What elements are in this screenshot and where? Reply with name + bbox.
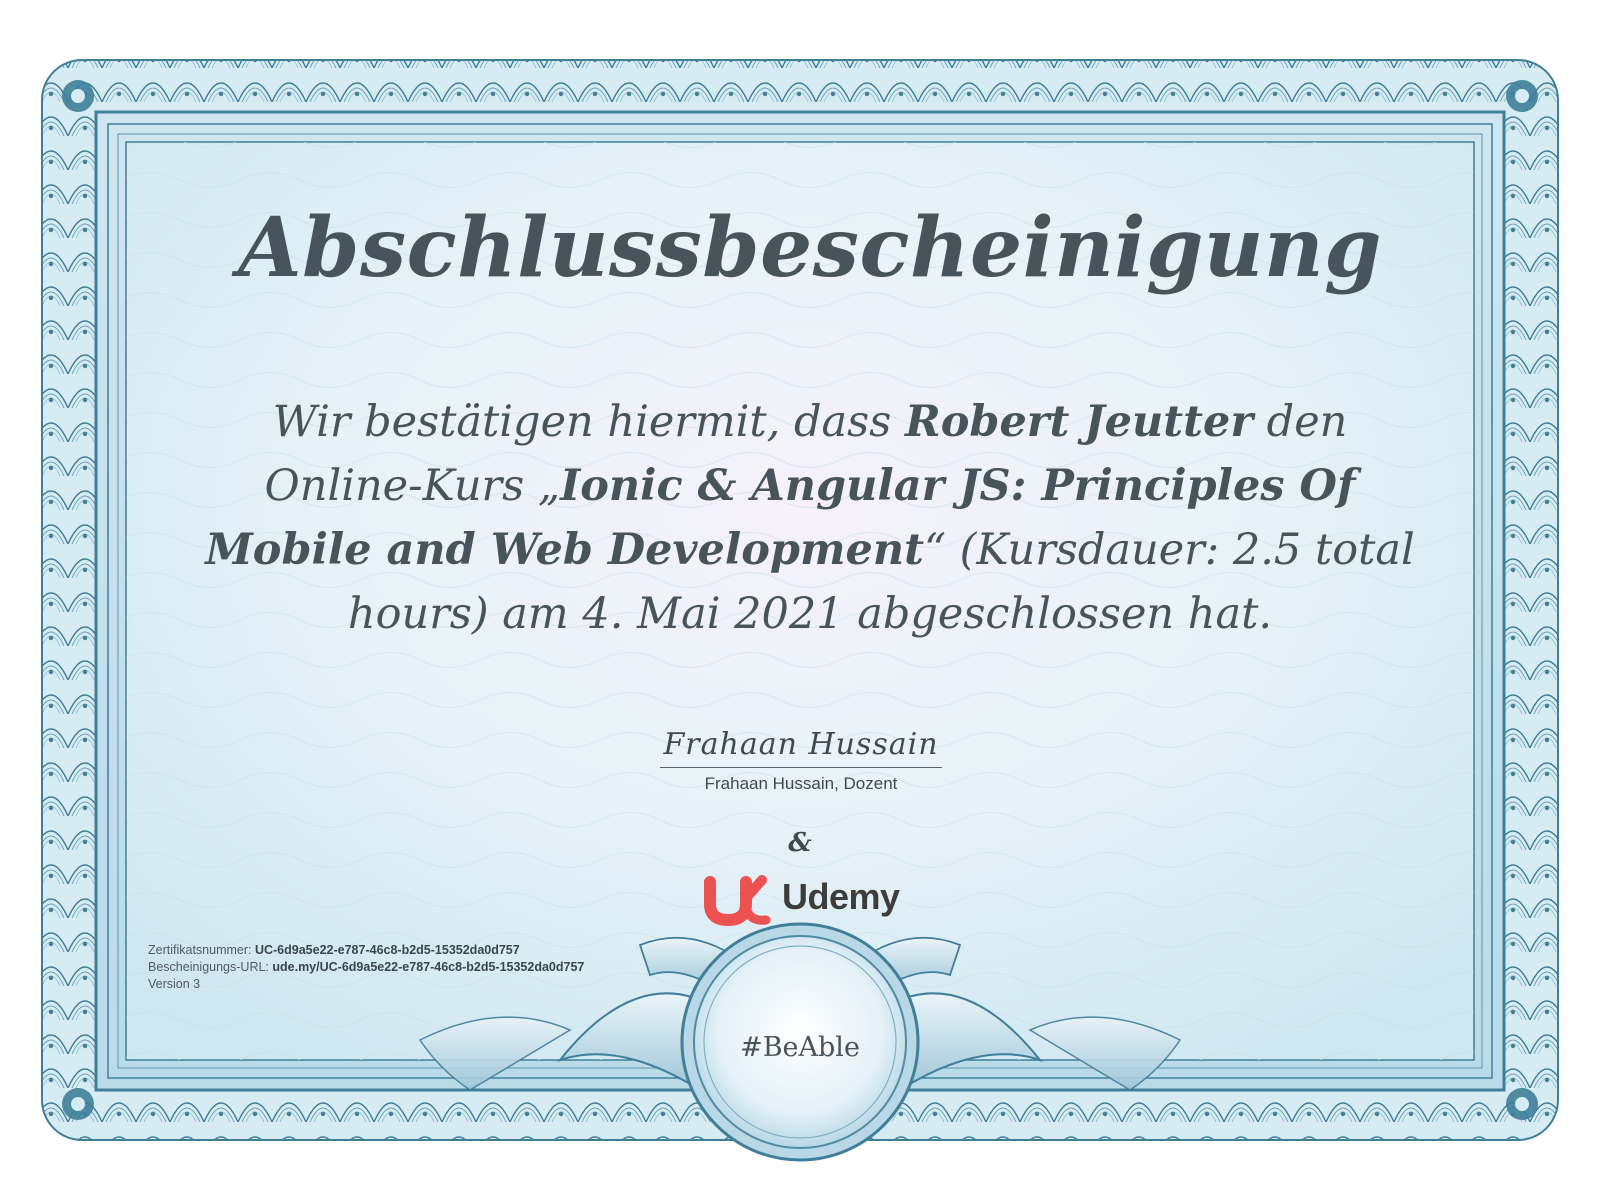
instructor-signature: Frahaan Hussain xyxy=(663,727,939,762)
certificate-meta: Zertifikatsnummer: UC-6d9a5e22-e787-46c8… xyxy=(148,942,584,993)
statement-intro: Wir bestätigen hiermit, dass xyxy=(272,397,905,447)
instructor-signature-block: Frahaan Hussain Frahaan Hussain, Dozent xyxy=(660,725,942,794)
udemy-logo: Udemy xyxy=(700,868,920,930)
certificate-number-label: Zertifikatsnummer: xyxy=(148,943,255,957)
udemy-wordmark: Udemy xyxy=(782,876,900,917)
certificate-url-row: Bescheinigungs-URL: ude.my/UC-6d9a5e22-e… xyxy=(148,959,584,976)
seal-hashtag: #BeAble xyxy=(740,1032,860,1063)
certificate-url-link[interactable]: ude.my/UC-6d9a5e22-e787-46c8-b2d5-15352d… xyxy=(272,960,584,974)
signature-line xyxy=(660,767,942,768)
certificate-page: Abschlussbescheinigung Wir bestätigen hi… xyxy=(0,0,1600,1190)
certificate-version: Version 3 xyxy=(148,977,201,991)
certificate-number: UC-6d9a5e22-e787-46c8-b2d5-15352da0d757 xyxy=(254,943,520,957)
udemy-u-logo-icon xyxy=(704,875,771,927)
certificate-url-label: Bescheinigungs-URL: xyxy=(148,960,273,974)
instructor-caption: Frahaan Hussain, Dozent xyxy=(704,774,898,793)
completion-statement: Wir bestätigen hiermit, dass Robert Jeut… xyxy=(190,390,1430,646)
certificate-title: Abschlussbescheinigung xyxy=(238,200,1382,296)
student-name: Robert Jeutter xyxy=(904,397,1253,447)
ampersand: & xyxy=(788,828,812,858)
certificate-number-row: Zertifikatsnummer: UC-6d9a5e22-e787-46c8… xyxy=(148,942,584,959)
